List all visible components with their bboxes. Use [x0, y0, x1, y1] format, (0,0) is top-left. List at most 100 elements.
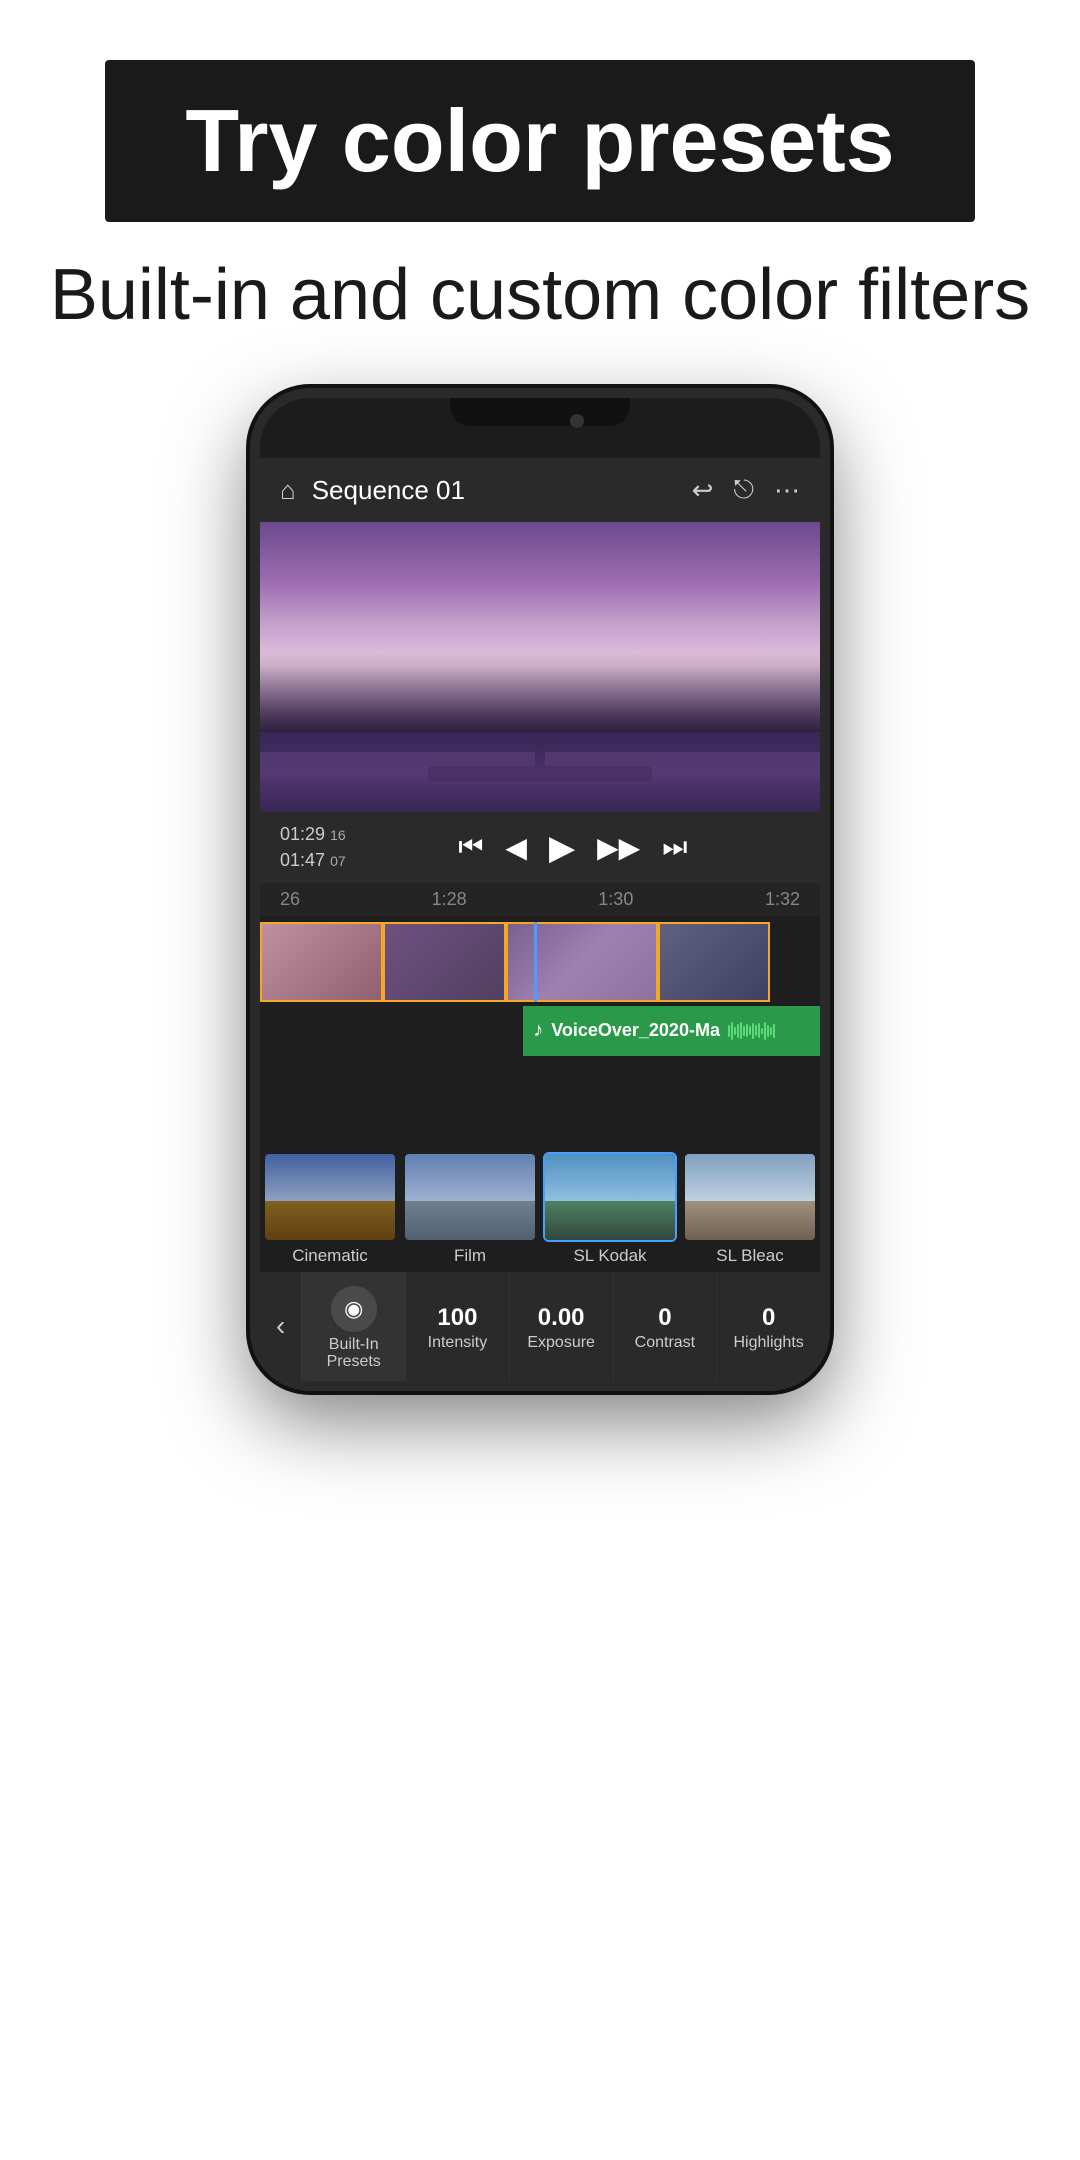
toolbar-item-highlights[interactable]: 0 Highlights [717, 1272, 820, 1381]
scene-slkodak [545, 1154, 675, 1240]
scene-film [405, 1154, 535, 1240]
waveform-bar [737, 1024, 739, 1038]
waveform-bar [752, 1023, 754, 1039]
step-forward-button[interactable]: ▶▶ [597, 831, 640, 864]
preset-thumb-slkodak[interactable] [543, 1152, 677, 1242]
waveform-bar [770, 1027, 772, 1035]
comment-icon[interactable]: ⋯ [774, 475, 800, 506]
preset-thumb-cinematic[interactable] [263, 1152, 397, 1242]
clip-thumb-3 [508, 924, 655, 1000]
waveform-bar [764, 1022, 766, 1040]
waveform-bar [728, 1025, 730, 1037]
presets-row: Cinematic Film [260, 1142, 820, 1272]
playback-controls: ⏮ ◀ ▶ ▶▶ ⏭ [346, 828, 800, 868]
road-cinematic [265, 1201, 395, 1240]
video-clip-4[interactable] [658, 922, 770, 1002]
audio-clip-title: VoiceOver_2020-Ma [551, 1020, 720, 1041]
header-action-icons: ↩ ⎋ ⋯ [692, 474, 800, 506]
video-clip-2[interactable] [383, 922, 506, 1002]
bottom-toolbar: ‹ ◉ Built-In Presets 100 Intensity 0.00 … [260, 1272, 820, 1381]
ruler-mark-1: 26 [280, 889, 300, 910]
contrast-label: Contrast [635, 1334, 695, 1352]
waveform-bar [734, 1027, 736, 1035]
scene-cinematic [265, 1154, 395, 1240]
empty-track-area [260, 1056, 820, 1136]
subtitle: Built-in and custom color filters [40, 252, 1040, 338]
preset-thumb-slbleach[interactable] [683, 1152, 817, 1242]
preset-sl-kodak[interactable]: SL Kodak [540, 1152, 680, 1266]
header-section: Try color presets Built-in and custom co… [0, 0, 1080, 368]
toolbar-item-intensity[interactable]: 100 Intensity [406, 1272, 510, 1381]
phone-wrapper: ⌂ Sequence 01 ↩ ⎋ ⋯ 01:29 16 01:47 07 [0, 368, 1080, 1391]
waveform-bar [758, 1023, 760, 1038]
step-back-button[interactable]: ◀ [505, 831, 527, 864]
waveform-bar [740, 1022, 742, 1039]
timeline-ruler: 26 1:28 1:30 1:32 [260, 883, 820, 916]
total-time: 01:47 07 [280, 848, 346, 873]
playhead [534, 922, 537, 1002]
waveform-bar [773, 1024, 775, 1038]
waveform-bar [761, 1028, 763, 1034]
ruler-mark-3: 1:30 [598, 889, 633, 910]
presets-icon: ◉ [344, 1296, 363, 1322]
scene-slbleach [685, 1154, 815, 1240]
back-button[interactable]: ‹ [260, 1272, 302, 1381]
phone-notch-area [260, 398, 820, 458]
timeline-tracks: ♪ VoiceOver_2020-Ma [260, 916, 820, 1142]
sequence-title: Sequence 01 [312, 475, 676, 506]
contrast-value: 0 [658, 1306, 671, 1330]
waveform-bar [746, 1024, 748, 1037]
water-reflection [260, 732, 820, 812]
toolbar-item-presets[interactable]: ◉ Built-In Presets [302, 1272, 406, 1381]
preset-thumb-film[interactable] [403, 1152, 537, 1242]
exposure-label: Exposure [527, 1334, 595, 1352]
audio-clip[interactable]: ♪ VoiceOver_2020-Ma [523, 1006, 820, 1056]
sky-slkodak [545, 1154, 675, 1201]
audio-track[interactable]: ♪ VoiceOver_2020-Ma [260, 1006, 820, 1056]
music-note-icon: ♪ [533, 1019, 543, 1042]
video-track[interactable] [260, 922, 820, 1002]
road-slbleach [685, 1201, 815, 1240]
preset-cinematic[interactable]: Cinematic [260, 1152, 400, 1266]
waveform-bar [743, 1026, 745, 1036]
video-clip-3[interactable] [506, 922, 657, 1002]
clip-thumb-4 [660, 924, 768, 1000]
app-header-bar: ⌂ Sequence 01 ↩ ⎋ ⋯ [260, 458, 820, 522]
toolbar-item-contrast[interactable]: 0 Contrast [614, 1272, 718, 1381]
waveform-bar [749, 1026, 751, 1035]
current-time: 01:29 16 [280, 822, 346, 847]
skip-to-start-button[interactable]: ⏮ [458, 831, 483, 864]
preset-film[interactable]: Film [400, 1152, 540, 1266]
main-title: Try color presets [185, 90, 894, 192]
phone-notch [450, 398, 630, 426]
road-film [405, 1201, 535, 1240]
phone-frame: ⌂ Sequence 01 ↩ ⎋ ⋯ 01:29 16 01:47 07 [250, 388, 830, 1391]
clip-thumb-2 [385, 924, 504, 1000]
highlights-value: 0 [762, 1306, 775, 1330]
preset-sl-bleach[interactable]: SL Bleac [680, 1152, 820, 1266]
share-icon[interactable]: ⎋ [733, 474, 754, 506]
title-box: Try color presets [105, 60, 974, 222]
ruler-mark-2: 1:28 [432, 889, 467, 910]
video-preview [260, 522, 820, 812]
skip-to-end-button[interactable]: ⏭ [662, 831, 687, 864]
preset-label-slkodak: SL Kodak [540, 1246, 680, 1266]
back-arrow-icon: ‹ [276, 1310, 285, 1342]
road-slkodak [545, 1201, 675, 1240]
intensity-label: Intensity [428, 1334, 488, 1352]
ruler-mark-4: 1:32 [765, 889, 800, 910]
video-clip-1[interactable] [260, 922, 383, 1002]
play-button[interactable]: ▶ [549, 828, 575, 868]
waveform-bar [755, 1025, 757, 1036]
clip-thumb-1 [262, 924, 381, 1000]
exposure-value: 0.00 [538, 1306, 585, 1330]
waveform-bar [731, 1022, 733, 1040]
player-controls: 01:29 16 01:47 07 ⏮ ◀ ▶ ▶▶ ⏭ [260, 812, 820, 882]
undo-icon[interactable]: ↩ [692, 475, 714, 506]
highlights-label: Highlights [734, 1334, 804, 1352]
toolbar-item-exposure[interactable]: 0.00 Exposure [510, 1272, 614, 1381]
home-icon[interactable]: ⌂ [280, 475, 296, 506]
sky-cinematic [265, 1154, 395, 1201]
time-display: 01:29 16 01:47 07 [280, 822, 346, 872]
presets-label: Built-In Presets [306, 1336, 401, 1371]
